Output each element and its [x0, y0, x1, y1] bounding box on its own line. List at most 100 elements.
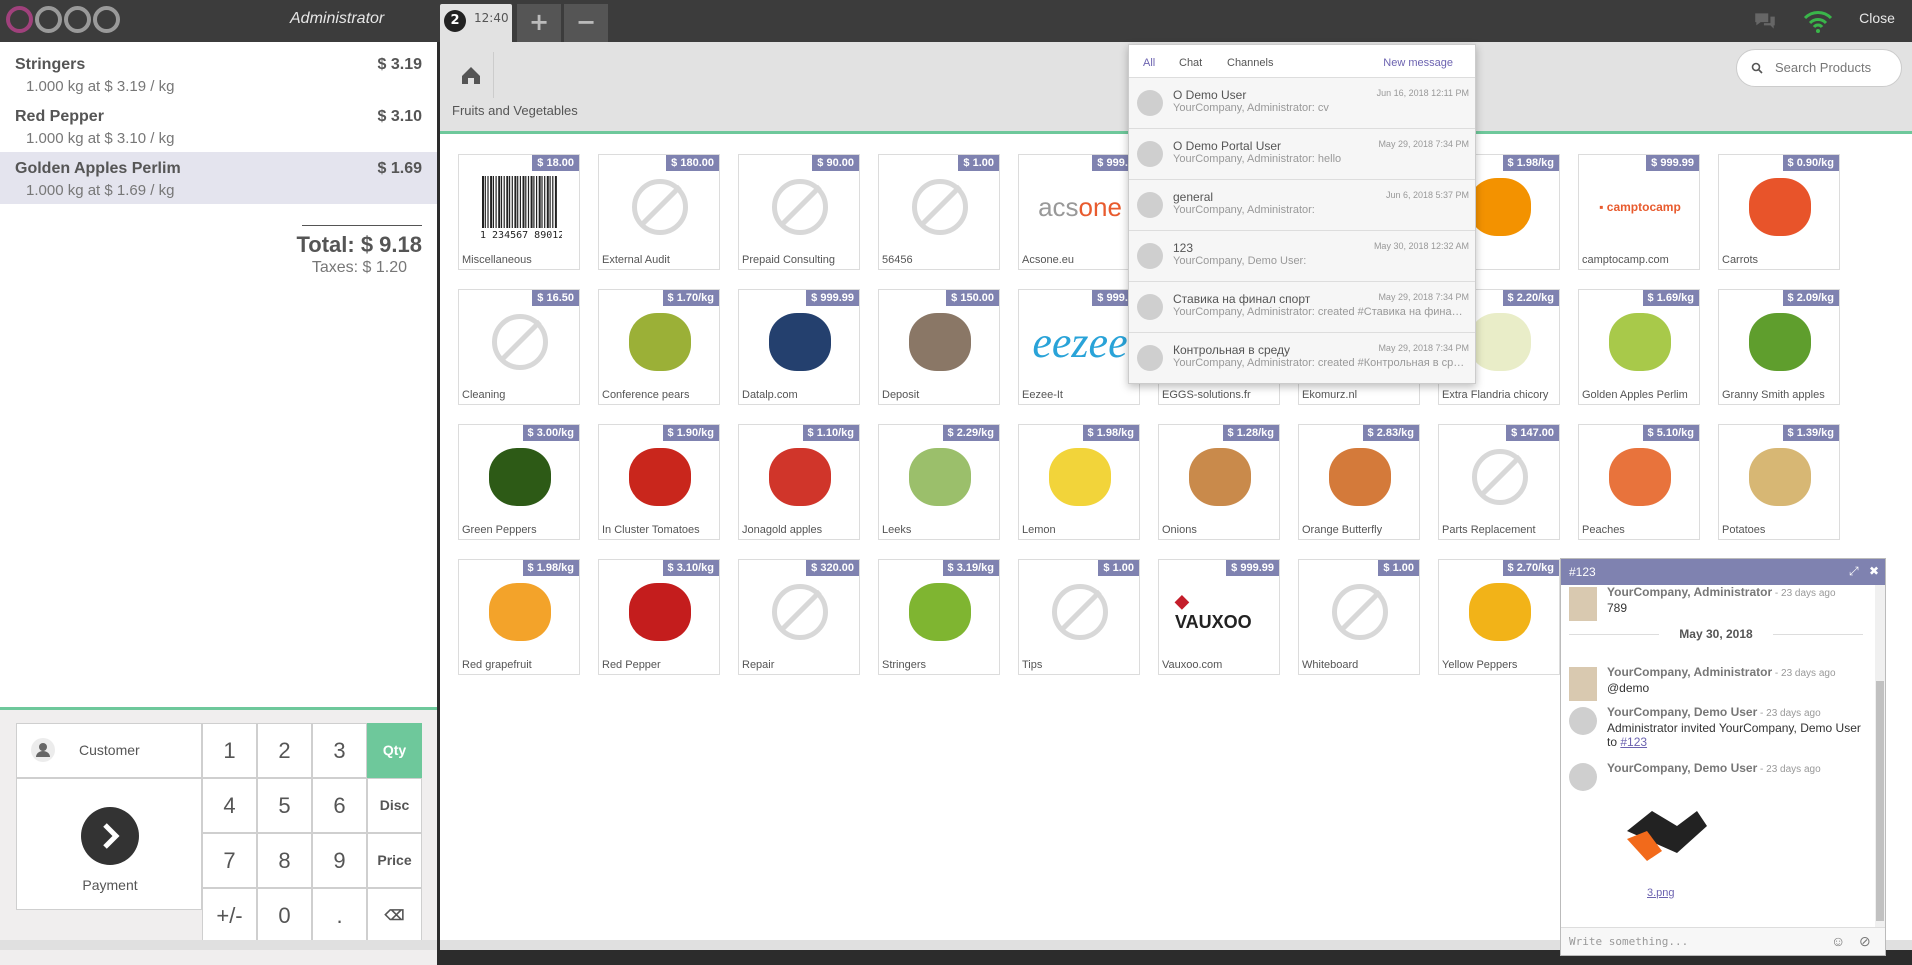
- product-card[interactable]: $ 2.83/kg Orange Butterfly: [1298, 424, 1420, 540]
- emoji-icon[interactable]: ☺: [1831, 933, 1845, 949]
- product-card[interactable]: $ 1.00 Tips: [1018, 559, 1140, 675]
- message-preview[interactable]: Контрольная в среду May 29, 2018 7:34 PM Y…: [1129, 332, 1475, 383]
- product-card[interactable]: $ 1.98/kg Red grapefruit: [458, 559, 580, 675]
- search-input[interactable]: Search Products: [1736, 49, 1902, 87]
- product-card[interactable]: $ 1.70/kg Conference pears: [598, 289, 720, 405]
- breadcrumb-category[interactable]: Fruits and Vegetables: [452, 103, 578, 118]
- payment-label: Payment: [82, 877, 138, 893]
- remove-order-button[interactable]: −: [564, 4, 608, 42]
- product-image: [615, 169, 705, 245]
- message-body: @demo: [1607, 681, 1650, 695]
- product-card[interactable]: $ 0.90/kg Carrots: [1718, 154, 1840, 270]
- avatar: [1137, 243, 1163, 269]
- numpad-key[interactable]: Qty: [367, 723, 422, 778]
- product-card[interactable]: $ 147.00 Parts Replacement: [1438, 424, 1560, 540]
- tab-all[interactable]: All: [1143, 57, 1155, 69]
- tab-chat[interactable]: Chat: [1179, 57, 1202, 69]
- numpad-key[interactable]: 8: [257, 833, 312, 888]
- numpad-key[interactable]: +/-: [202, 888, 257, 943]
- chat-header[interactable]: #123 ⤢ ✖: [1561, 559, 1885, 585]
- message-body: 789: [1607, 601, 1628, 615]
- numpad-key[interactable]: 3: [312, 723, 367, 778]
- product-card[interactable]: $ 2.09/kg Granny Smith apples: [1718, 289, 1840, 405]
- product-image: [615, 439, 705, 515]
- product-card[interactable]: $ 2.70/kg Yellow Peppers: [1438, 559, 1560, 675]
- close-icon[interactable]: ✖: [1869, 565, 1881, 577]
- expand-icon[interactable]: ⤢: [1849, 565, 1861, 577]
- product-card[interactable]: 1 234567 890128 > $ 18.00 Miscellaneous: [458, 154, 580, 270]
- paperclip-icon[interactable]: ⊘: [1859, 933, 1871, 950]
- numpad-key[interactable]: 4: [202, 778, 257, 833]
- product-card[interactable]: $ 1.00 56456: [878, 154, 1000, 270]
- add-order-button[interactable]: +: [517, 4, 561, 42]
- tab-channels[interactable]: Channels: [1227, 57, 1273, 69]
- product-card[interactable]: $ 150.00 Deposit: [878, 289, 1000, 405]
- message-preview[interactable]: O Demo Portal User May 29, 2018 7:34 PM Yo…: [1129, 128, 1475, 179]
- chat-input[interactable]: Write something...: [1569, 935, 1688, 948]
- customer-button[interactable]: Customer: [16, 723, 202, 778]
- product-card[interactable]: $ 2.29/kg Leeks: [878, 424, 1000, 540]
- message-preview[interactable]: O Demo User Jun 16, 2018 12:11 PM YourComp…: [1129, 77, 1475, 128]
- message-preview[interactable]: general Jun 6, 2018 5:37 PM YourCompany, A…: [1129, 179, 1475, 230]
- new-message-link[interactable]: New message: [1383, 57, 1453, 69]
- product-card[interactable]: $ 90.00 Prepaid Consulting: [738, 154, 860, 270]
- product-image: [1315, 574, 1405, 650]
- product-card[interactable]: $ 320.00 Repair: [738, 559, 860, 675]
- product-card[interactable]: $ 3.19/kg Stringers: [878, 559, 1000, 675]
- numpad-key[interactable]: 6: [312, 778, 367, 833]
- product-card[interactable]: $ 16.50 Cleaning: [458, 289, 580, 405]
- product-image: 1 234567 890128 >: [475, 169, 565, 245]
- numpad-key[interactable]: 2: [257, 723, 312, 778]
- numpad-key[interactable]: .: [312, 888, 367, 943]
- home-icon[interactable]: [448, 52, 494, 98]
- left-scrollbar[interactable]: [0, 940, 437, 950]
- product-card[interactable]: $ 1.00 Whiteboard: [1298, 559, 1420, 675]
- message-preview[interactable]: 123 May 30, 2018 12:32 AM YourCompany, Dem…: [1129, 230, 1475, 281]
- product-card[interactable]: $ 1.10/kg Jonagold apples: [738, 424, 860, 540]
- numpad-key[interactable]: ⌫: [367, 888, 422, 943]
- product-card[interactable]: eezee $ 999.9 Eezee-It: [1018, 289, 1140, 405]
- message-preview[interactable]: Ставика на финал спорт May 29, 2018 7:34 …: [1129, 281, 1475, 332]
- order-line[interactable]: Stringers $ 3.19 1.000 kg at $ 3.19 / kg: [0, 48, 437, 100]
- product-card[interactable]: $ 3.00/kg Green Peppers: [458, 424, 580, 540]
- product-card[interactable]: $ 5.10/kg Peaches: [1578, 424, 1700, 540]
- chat-scrollbar[interactable]: [1875, 585, 1885, 927]
- handshake-image[interactable]: [1617, 781, 1715, 871]
- channel-link[interactable]: #123: [1620, 735, 1647, 749]
- chat-icon[interactable]: [1752, 8, 1778, 34]
- product-card[interactable]: $ 999.99 Datalp.com: [738, 289, 860, 405]
- close-button[interactable]: Close: [1842, 0, 1912, 36]
- numpad-key[interactable]: Disc: [367, 778, 422, 833]
- product-card[interactable]: acsone $ 999.9 Acsone.eu: [1018, 154, 1140, 270]
- product-card[interactable]: ▪ camptocamp $ 999.99 camptocamp.com: [1578, 154, 1700, 270]
- order-tab[interactable]: 2 12:40: [440, 4, 512, 42]
- chat-thread: YourCompany, Administrator - 23 days ago…: [1561, 585, 1885, 927]
- numpad-key[interactable]: 7: [202, 833, 257, 888]
- numpad-key[interactable]: 9: [312, 833, 367, 888]
- numpad-key[interactable]: 1: [202, 723, 257, 778]
- payment-button[interactable]: Payment: [16, 778, 202, 910]
- product-card[interactable]: $ 3.10/kg Red Pepper: [598, 559, 720, 675]
- no-image-icon: [492, 314, 548, 370]
- chat-composer[interactable]: Write something... ☺ ⊘: [1561, 927, 1885, 955]
- product-image: [475, 439, 565, 515]
- product-card[interactable]: $ 180.00 External Audit: [598, 154, 720, 270]
- numpad-key[interactable]: Price: [367, 833, 422, 888]
- product-image: [1595, 439, 1685, 515]
- product-card[interactable]: $ 1.98/kg Lemon: [1018, 424, 1140, 540]
- product-card[interactable]: $ 1.28/kg Onions: [1158, 424, 1280, 540]
- message-body: Administrator invited YourCompany, Demo …: [1607, 721, 1861, 749]
- search-placeholder: Search Products: [1775, 60, 1872, 75]
- product-card[interactable]: $ 1.39/kg Potatoes: [1718, 424, 1840, 540]
- attachment-link[interactable]: 3.png: [1647, 887, 1675, 899]
- numpad-key[interactable]: 5: [257, 778, 312, 833]
- order-line[interactable]: Red Pepper $ 3.10 1.000 kg at $ 3.10 / k…: [0, 100, 437, 152]
- product-image: [1035, 439, 1125, 515]
- product-card[interactable]: $ 1.90/kg In Cluster Tomatoes: [598, 424, 720, 540]
- product-card[interactable]: $ 1.69/kg Golden Apples Perlim: [1578, 289, 1700, 405]
- order-line-selected[interactable]: Golden Apples Perlim $ 1.69 1.000 kg at …: [0, 152, 437, 204]
- search-icon: [1751, 62, 1763, 74]
- no-image-icon: [772, 179, 828, 235]
- product-card[interactable]: ◆ VAUXOO $ 999.99 Vauxoo.com: [1158, 559, 1280, 675]
- numpad-key[interactable]: 0: [257, 888, 312, 943]
